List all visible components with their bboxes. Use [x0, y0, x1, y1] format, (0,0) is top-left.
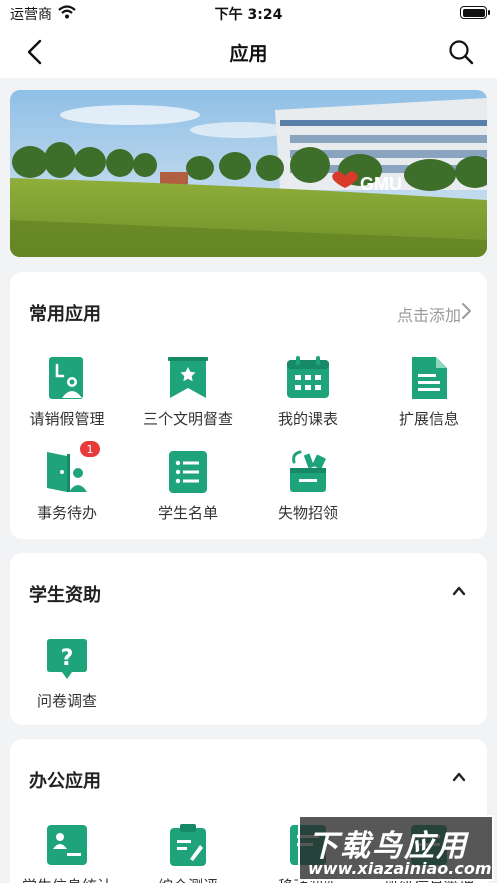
clipboard-edit-icon: [170, 824, 206, 866]
app-questionnaire[interactable]: ? 问卷调查: [7, 638, 127, 711]
app-label: 我的课表: [277, 410, 338, 428]
app-label: 扩展信息: [398, 410, 459, 428]
battery-icon: [460, 6, 490, 19]
question-bubble-icon: ?: [47, 639, 87, 679]
svg-text:GMU: GMU: [360, 174, 402, 194]
notification-badge: 1: [79, 440, 101, 458]
chevron-up-icon[interactable]: [451, 771, 467, 783]
common-apps-card: 常用应用 点击添加 请销假管理 三个文明督查 我的课表 扩展信息 1 事务待办 …: [10, 272, 487, 539]
app-label: 事务待办: [36, 504, 97, 522]
svg-text:?: ?: [61, 646, 74, 671]
card-header: 常用应用 点击添加: [10, 272, 487, 352]
app-student-info-stats[interactable]: 学生信息统计: [7, 823, 127, 883]
status-bar: 运营商 下午 3:24: [0, 0, 497, 26]
app-label: 问卷调查: [36, 692, 97, 710]
campus-photo: GMU: [10, 90, 487, 257]
app-label: 综合测评: [128, 875, 248, 883]
chevron-up-icon[interactable]: [451, 585, 467, 597]
app-label: 失物招领: [277, 504, 338, 522]
app-label: 三个文明督查: [142, 410, 233, 428]
watermark-url: www.xiazainiao.com: [308, 859, 492, 878]
chevron-right-icon[interactable]: [460, 301, 474, 321]
campus-banner[interactable]: GMU: [10, 90, 487, 257]
app-pending-tasks[interactable]: 1 事务待办: [7, 440, 127, 523]
app-leave-management[interactable]: 请销假管理: [7, 356, 127, 429]
card-header: 学生资助: [10, 553, 487, 633]
clock: 下午 3:24: [214, 7, 283, 23]
lost-found-box-icon: [290, 450, 326, 492]
search-icon[interactable]: [447, 38, 475, 66]
app-label: 学生名单: [157, 504, 218, 522]
document-icon: [412, 357, 447, 399]
leave-request-icon: [49, 357, 83, 399]
calendar-icon: [287, 356, 329, 398]
app-civility-inspection[interactable]: 三个文明督查: [128, 356, 248, 429]
student-aid-card: 学生资助 ? 问卷调查: [10, 553, 487, 725]
app-extended-info[interactable]: 扩展信息: [369, 356, 489, 429]
section-title: 办公应用: [29, 771, 101, 792]
add-app-link[interactable]: 点击添加: [397, 302, 461, 326]
app-my-timetable[interactable]: 我的课表: [248, 356, 368, 429]
nav-bar: 应用: [0, 26, 497, 78]
id-card-icon: [47, 825, 87, 865]
section-title: 学生资助: [29, 585, 101, 606]
list-icon: [169, 451, 207, 493]
app-comprehensive-eval[interactable]: 综合测评: [128, 823, 248, 883]
bookmark-star-icon: [168, 357, 208, 398]
app-lost-and-found[interactable]: 失物招领: [248, 450, 368, 523]
app-label: 学生信息统计: [7, 875, 127, 883]
card-header: 办公应用: [10, 739, 487, 819]
page-title: 应用: [229, 43, 268, 65]
app-student-list[interactable]: 学生名单: [128, 450, 248, 523]
section-title: 常用应用: [29, 304, 101, 325]
site-watermark: 下载鸟应用 www.xiazainiao.com: [298, 815, 494, 881]
app-label: 请销假管理: [29, 410, 105, 428]
